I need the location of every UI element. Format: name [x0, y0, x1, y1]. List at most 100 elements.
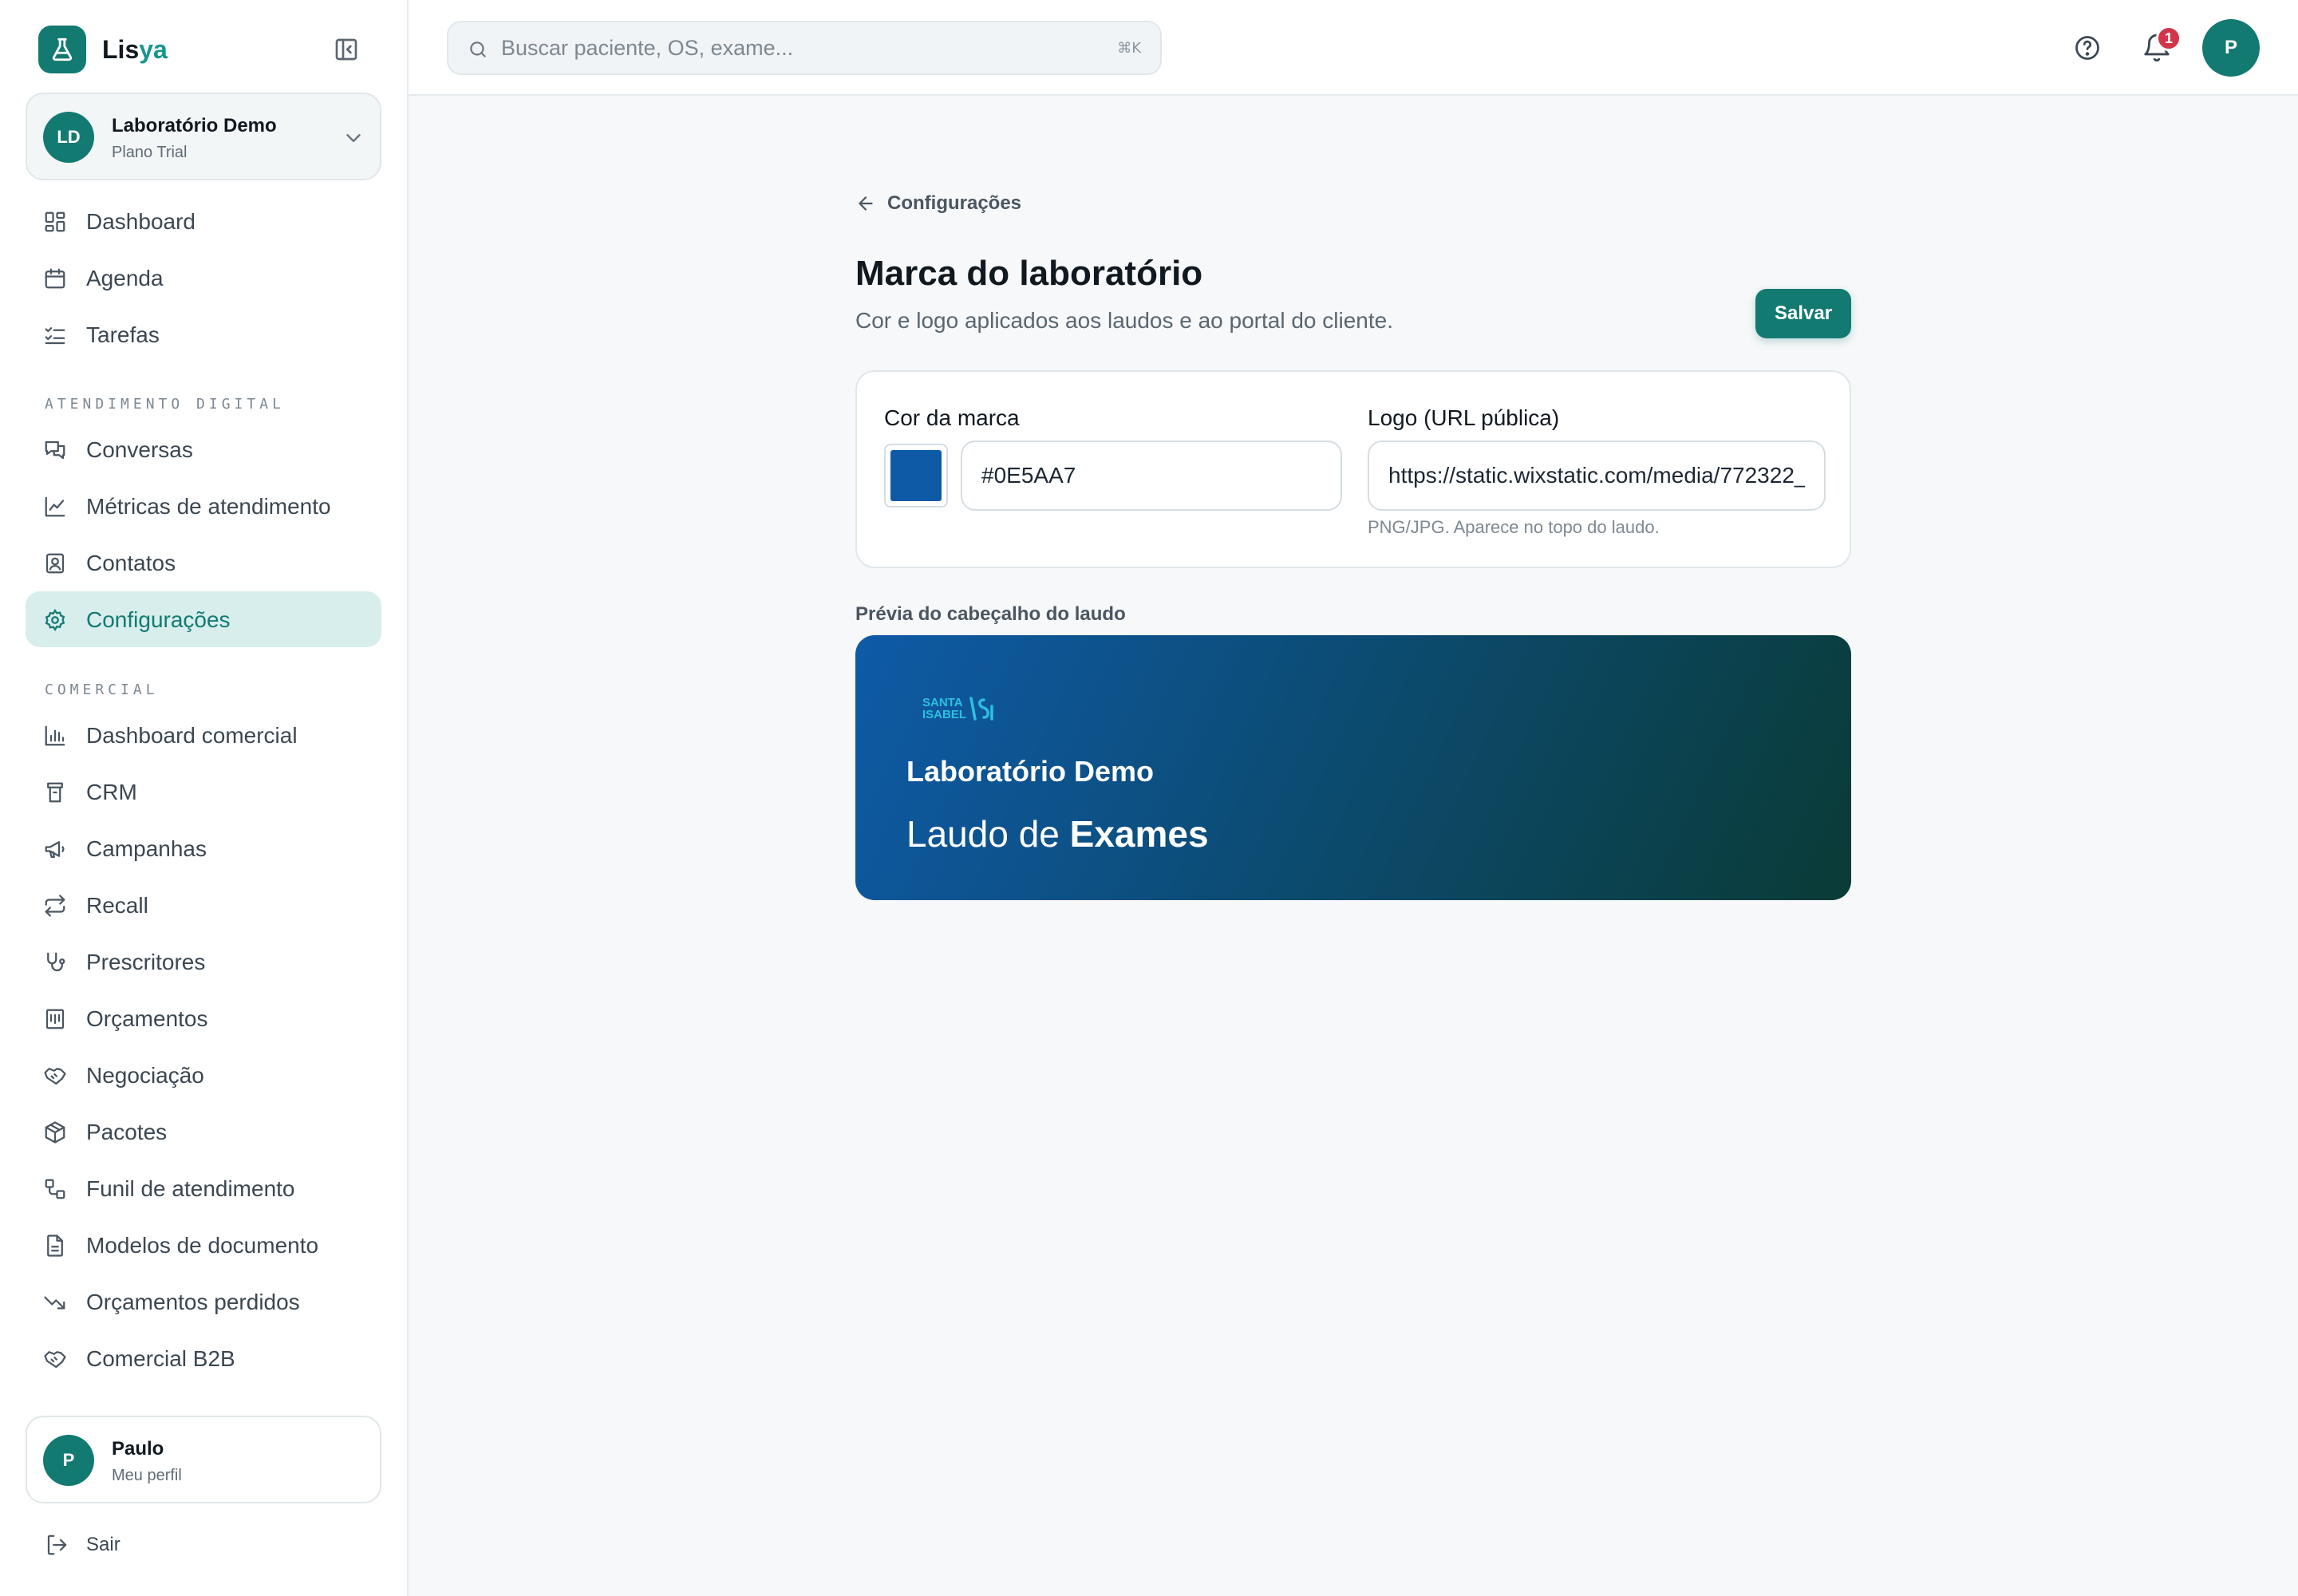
sidebar-item-prescritores[interactable]: Prescritores	[26, 934, 381, 990]
preview-doc-title: Laudo de Exames	[906, 813, 1209, 855]
sidebar-item-recall[interactable]: Recall	[26, 877, 381, 933]
megaphone-icon	[45, 841, 65, 859]
crm-icon	[47, 782, 63, 803]
arrow-left-icon	[859, 196, 873, 211]
sidebar-item-campanhas[interactable]: Campanhas	[26, 820, 381, 876]
handshake-icon	[44, 1068, 66, 1085]
user-avatar-button[interactable]: P	[2202, 19, 2260, 77]
flask-logo-icon	[38, 26, 86, 73]
sidebar-item-label: Tarefas	[86, 322, 160, 347]
sidebar-item-pacotes[interactable]: Pacotes	[26, 1104, 381, 1159]
lab-logo-mark-icon	[969, 697, 993, 721]
sidebar-item-label: Dashboard	[86, 209, 195, 234]
sidebar-item-label: Negociação	[86, 1063, 204, 1088]
chevron-down-icon	[346, 134, 361, 142]
sidebar-item-contatos[interactable]: Contatos	[26, 535, 381, 591]
sidebar-item-label: Funil de atendimento	[86, 1176, 295, 1201]
section-label-commercial: COMERCIAL	[45, 681, 159, 698]
repeat-icon	[45, 895, 65, 917]
sidebar-item-funil[interactable]: Funil de atendimento	[26, 1160, 381, 1216]
sidebar-item-label: Agenda	[86, 266, 164, 290]
brand[interactable]: Lisya	[38, 26, 168, 73]
color-swatch	[890, 450, 942, 501]
sidebar-item-dashboard[interactable]: Dashboard	[26, 193, 381, 249]
avatar: P	[43, 1435, 94, 1486]
sidebar-item-orcamentos-perdidos[interactable]: Orçamentos perdidos	[26, 1274, 381, 1329]
sidebar-item-modelos[interactable]: Modelos de documento	[26, 1217, 381, 1273]
sidebar-item-conversas[interactable]: Conversas	[26, 421, 381, 477]
user-profile-link: Meu perfil	[112, 1467, 182, 1484]
page-title: Marca do laboratório	[855, 254, 1203, 293]
brand-form-card: Cor da marca Logo (URL pública) PNG/JPG.…	[855, 370, 1851, 568]
logo-hint: PNG/JPG. Aparece no topo do laudo.	[1368, 517, 1660, 537]
sidebar-item-agenda[interactable]: Agenda	[26, 250, 381, 306]
checklist-icon	[45, 327, 65, 345]
logout-label: Sair	[86, 1534, 120, 1555]
page-subtitle: Cor e logo aplicados aos laudos e ao por…	[855, 308, 1393, 333]
logout-button[interactable]: Sair	[45, 1531, 120, 1559]
color-field-label: Cor da marca	[884, 405, 1020, 430]
sidebar-item-label: CRM	[86, 780, 137, 804]
handshake-icon	[44, 1351, 66, 1369]
sidebar-item-label: Conversas	[86, 437, 193, 462]
chat-icon	[45, 440, 65, 460]
sidebar-item-label: Comercial B2B	[86, 1346, 235, 1371]
sidebar-collapse-icon[interactable]	[332, 35, 361, 64]
package-icon	[45, 1121, 65, 1144]
org-name: Laboratório Demo	[112, 115, 277, 136]
user-name: Paulo	[112, 1438, 164, 1460]
sidebar-item-label: Pacotes	[86, 1120, 168, 1144]
sidebar-item-crm[interactable]: CRM	[26, 764, 381, 820]
preview-org-name: Laboratório Demo	[906, 755, 1155, 788]
color-hex-input[interactable]	[961, 440, 1342, 511]
profile-card[interactable]: P Paulo Meu perfil	[26, 1416, 381, 1503]
sidebar-item-tarefas[interactable]: Tarefas	[26, 306, 381, 362]
search-icon	[470, 41, 486, 57]
gear-icon	[45, 609, 65, 631]
bar-chart-icon	[45, 725, 65, 746]
save-button[interactable]: Salvar	[1755, 289, 1851, 338]
sidebar-item-dashboard-comercial[interactable]: Dashboard comercial	[26, 707, 381, 763]
back-link[interactable]: Configurações	[855, 192, 1021, 215]
logo-field-label: Logo (URL pública)	[1368, 405, 1560, 430]
sidebar-item-label: Dashboard comercial	[86, 723, 298, 748]
workflow-icon	[45, 1179, 65, 1199]
sidebar-item-comercial-b2b[interactable]: Comercial B2B	[26, 1330, 381, 1386]
help-icon[interactable]	[2073, 34, 2102, 62]
document-icon	[47, 1235, 63, 1257]
line-chart-icon	[45, 496, 65, 517]
lab-logo: SANTA ISABEL	[922, 694, 1007, 723]
sidebar-item-metricas[interactable]: Métricas de atendimento	[26, 478, 381, 534]
logo-url-input[interactable]	[1368, 440, 1826, 511]
sidebar-item-label: Métricas de atendimento	[86, 494, 331, 519]
sidebar-item-label: Modelos de documento	[86, 1233, 319, 1258]
logout-icon	[47, 1535, 67, 1555]
calendar-icon	[45, 268, 65, 289]
org-plan: Plano Trial	[112, 144, 188, 161]
sidebar-item-configuracoes[interactable]: Configurações	[26, 591, 381, 647]
search-shortcut: ⌘K	[1117, 40, 1141, 57]
search-input[interactable]	[501, 32, 1076, 64]
sidebar-item-label: Orçamentos	[86, 1006, 208, 1031]
org-avatar: LD	[43, 112, 94, 163]
sidebar: Lisya LD Laboratório Demo Plano Trial Da…	[0, 0, 409, 1596]
sidebar-item-label: Campanhas	[86, 836, 207, 861]
report-header-preview: SANTA ISABEL Laboratório Demo Laudo de Ex…	[855, 635, 1851, 900]
sidebar-item-label: Recall	[86, 893, 148, 918]
dashboard-icon	[45, 211, 65, 232]
notification-badge: 1	[2156, 26, 2182, 51]
search-bar[interactable]: ⌘K	[447, 21, 1162, 75]
brand-name: Lisya	[102, 34, 168, 64]
sidebar-item-negociacao[interactable]: Negociação	[26, 1047, 381, 1103]
topbar: ⌘K 1 P	[409, 0, 2298, 96]
sidebar-item-orcamentos[interactable]: Orçamentos	[26, 990, 381, 1046]
receipt-icon	[45, 1009, 65, 1029]
color-picker[interactable]	[884, 444, 948, 508]
sidebar-item-label: Prescritores	[86, 950, 206, 974]
org-switcher[interactable]: LD Laboratório Demo Plano Trial	[26, 93, 381, 180]
preview-label: Prévia do cabeçalho do laudo	[855, 603, 1126, 625]
sidebar-item-label: Configurações	[86, 607, 231, 632]
trending-down-icon	[44, 1296, 65, 1310]
back-link-label: Configurações	[887, 192, 1022, 214]
contact-icon	[45, 553, 65, 574]
